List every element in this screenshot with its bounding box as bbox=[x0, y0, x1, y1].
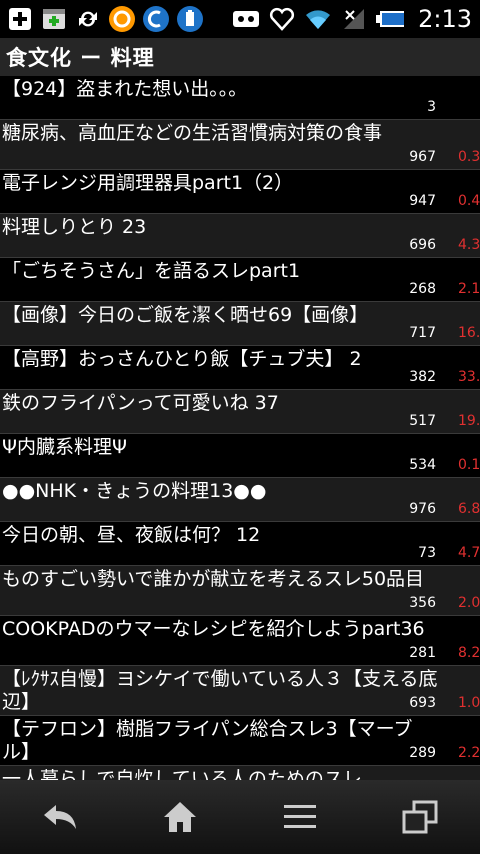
thread-title: 今日の朝、昼、夜飯は何？ 12 bbox=[2, 524, 261, 546]
thread-rate: 4.7 bbox=[458, 545, 480, 561]
thread-count: 696 bbox=[409, 237, 436, 253]
wifi-icon bbox=[304, 5, 332, 33]
thread-title: 【高野】おっさんひとり飯【チュブ夫】 2 bbox=[2, 348, 362, 370]
thread-title: 糖尿病、高血圧などの生活習慣病対策の食事 bbox=[2, 122, 383, 144]
thread-rate: 0.4 bbox=[458, 193, 480, 209]
thread-title: ●●NHK・きょうの料理13●● bbox=[2, 480, 267, 502]
signal-off-icon bbox=[340, 5, 368, 33]
battery-icon bbox=[376, 5, 405, 33]
thread-count: 947 bbox=[409, 193, 436, 209]
sync-icon bbox=[74, 5, 102, 33]
thread-rate: 2.0 bbox=[458, 595, 480, 611]
thread-count: 268 bbox=[409, 281, 436, 297]
thread-title: 【924】盗まれた想い出。。。 bbox=[2, 78, 248, 100]
thread-rate: 19.4 bbox=[458, 413, 480, 429]
thread-row[interactable]: 一人暮らしで自炊している人のためのスレ bbox=[0, 766, 480, 780]
thread-title: 鉄のフライパンって可愛いね 37 bbox=[2, 392, 279, 414]
app-icon-c bbox=[142, 5, 170, 33]
thread-rate: 6.8 bbox=[458, 501, 480, 517]
thread-title: 【画像】今日のご飯を潔く晒せ69【画像】 bbox=[2, 304, 369, 326]
thread-row[interactable]: ●●NHK・きょうの料理13●● 976 6.8 bbox=[0, 478, 480, 522]
thread-row[interactable]: 電子レンジ用調理器具part1（2） 947 0.4 bbox=[0, 170, 480, 214]
back-icon bbox=[44, 805, 76, 829]
home-icon bbox=[164, 802, 196, 832]
thread-title: COOKPADのウマーなレシピを紹介しようpart36 bbox=[2, 618, 425, 640]
thread-list: 【924】盗まれた想い出。。。 3 糖尿病、高血圧などの生活習慣病対策の食事 9… bbox=[0, 76, 480, 780]
thread-title: 「ごちそうさん」を語るスレpart1 bbox=[2, 260, 301, 282]
thread-row[interactable]: 「ごちそうさん」を語るスレpart1 268 2.1 bbox=[0, 258, 480, 302]
thread-title: 電子レンジ用調理器具part1（2） bbox=[2, 172, 294, 194]
navigation-bar bbox=[0, 780, 480, 854]
add-icon bbox=[6, 5, 34, 33]
thread-rate: 8.2 bbox=[458, 645, 480, 661]
thread-title: 【テフロン】樹脂フライパン総合スレ3【マーブル】 bbox=[2, 718, 413, 763]
thread-row[interactable]: 【924】盗まれた想い出。。。 3 bbox=[0, 76, 480, 120]
thread-count: 382 bbox=[409, 369, 436, 385]
thread-rate: 4.3 bbox=[458, 237, 480, 253]
thread-rate: 0.1 bbox=[458, 457, 480, 473]
title-bar: 食文化 ー 料理 bbox=[0, 38, 480, 76]
recent-apps-icon bbox=[402, 800, 438, 834]
thread-count: 534 bbox=[409, 457, 436, 473]
thread-rate: 16.1 bbox=[458, 325, 480, 341]
home-button[interactable] bbox=[150, 787, 210, 847]
thread-rate: 1.0 bbox=[458, 695, 480, 711]
thread-count: 693 bbox=[409, 695, 436, 711]
thread-count: 517 bbox=[409, 413, 436, 429]
menu-icon bbox=[284, 805, 316, 828]
status-bar: 2:13 bbox=[0, 0, 480, 38]
thread-count: 289 bbox=[409, 745, 436, 761]
menu-button[interactable] bbox=[270, 787, 330, 847]
thread-count: 356 bbox=[409, 595, 436, 611]
thread-row[interactable]: 【テフロン】樹脂フライパン総合スレ3【マーブル】 289 2.2 bbox=[0, 716, 480, 766]
thread-title: 【ﾚｸｻｽ自慢】ヨシケイで働いている人３【支える底辺】 bbox=[2, 668, 438, 713]
thread-count: 967 bbox=[409, 149, 436, 165]
recent-apps-button[interactable] bbox=[390, 787, 450, 847]
thread-row[interactable]: 【高野】おっさんひとり飯【チュブ夫】 2 382 33.6 bbox=[0, 346, 480, 390]
thread-count: 3 bbox=[427, 99, 436, 115]
app-icon-a bbox=[108, 5, 136, 33]
thread-title: 一人暮らしで自炊している人のためのスレ bbox=[2, 768, 362, 780]
battery-saver-icon bbox=[176, 5, 204, 33]
thread-row[interactable]: Ψ内臓系料理Ψ 534 0.1 bbox=[0, 434, 480, 478]
thread-title: Ψ内臓系料理Ψ bbox=[2, 436, 127, 458]
thread-row[interactable]: 糖尿病、高血圧などの生活習慣病対策の食事 967 0.3 bbox=[0, 120, 480, 170]
thread-row[interactable]: 今日の朝、昼、夜飯は何？ 12 73 4.7 bbox=[0, 522, 480, 566]
thread-count: 73 bbox=[418, 545, 436, 561]
thread-count: 976 bbox=[409, 501, 436, 517]
thread-rate: 2.2 bbox=[458, 745, 480, 761]
thread-row[interactable]: 【ﾚｸｻｽ自慢】ヨシケイで働いている人３【支える底辺】 693 1.0 bbox=[0, 666, 480, 716]
thread-row[interactable]: COOKPADのウマーなレシピを紹介しようpart36 281 8.2 bbox=[0, 616, 480, 666]
heart-icon bbox=[268, 5, 296, 33]
thread-title: ものすごい勢いで誰かが献立を考えるスレ50品目 bbox=[2, 568, 425, 590]
thread-title: 料理しりとり 23 bbox=[2, 216, 147, 238]
thread-count: 281 bbox=[409, 645, 436, 661]
thread-rate: 2.1 bbox=[458, 281, 480, 297]
sdcard-icon bbox=[40, 5, 68, 33]
thread-rate: 33.6 bbox=[458, 369, 480, 385]
thread-rate: 0.3 bbox=[458, 149, 480, 165]
thread-count: 717 bbox=[409, 325, 436, 341]
thread-row[interactable]: 【画像】今日のご飯を潔く晒せ69【画像】 717 16.1 bbox=[0, 302, 480, 346]
voicemail-icon bbox=[232, 5, 260, 33]
thread-row[interactable]: 鉄のフライパンって可愛いね 37 517 19.4 bbox=[0, 390, 480, 434]
back-button[interactable] bbox=[30, 787, 90, 847]
clock: 2:13 bbox=[418, 5, 472, 33]
page-title: 食文化 ー 料理 bbox=[6, 46, 155, 70]
thread-row[interactable]: ものすごい勢いで誰かが献立を考えるスレ50品目 356 2.0 bbox=[0, 566, 480, 616]
thread-row[interactable]: 料理しりとり 23 696 4.3 bbox=[0, 214, 480, 258]
